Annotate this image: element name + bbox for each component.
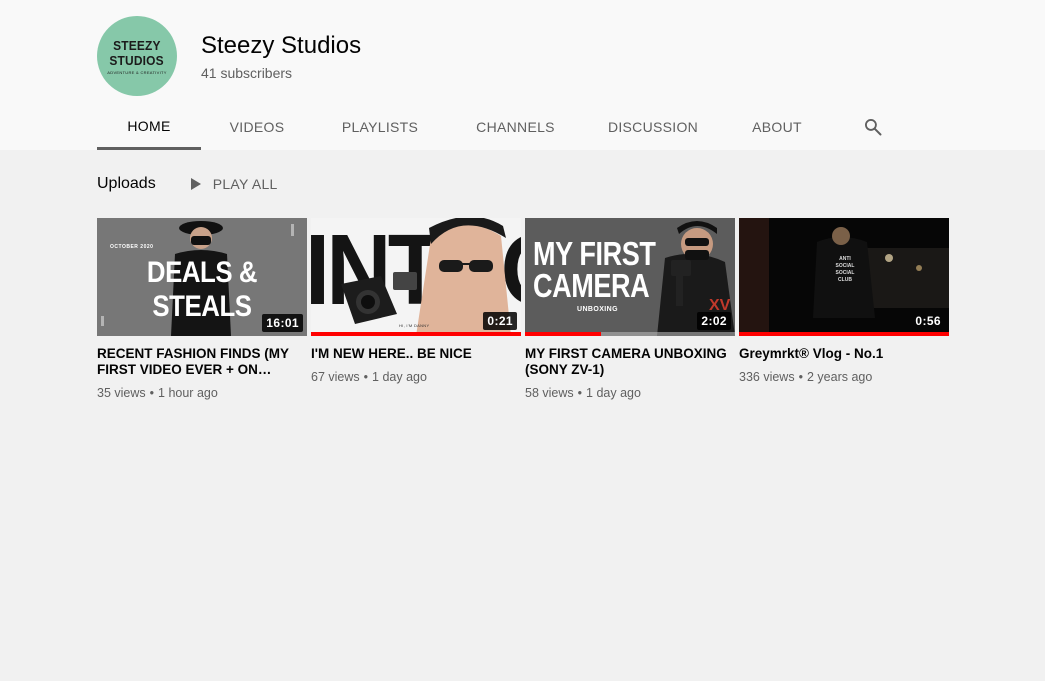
tab-about[interactable]: ABOUT (722, 104, 832, 150)
channel-tabs: HOME VIDEOS PLAYLISTS CHANNELS DISCUSSIO… (97, 104, 897, 150)
watch-progress-fill (525, 332, 601, 336)
watch-progress-fill (311, 332, 521, 336)
play-all-label: PLAY ALL (212, 176, 278, 192)
duration-badge: 0:21 (483, 312, 517, 330)
video-title[interactable]: Greymrkt® Vlog - No.1 (739, 346, 949, 362)
tab-videos[interactable]: VIDEOS (201, 104, 313, 150)
search-icon-glyph (865, 119, 882, 136)
thumbnail-caption-small: UNBOXING (577, 306, 618, 313)
thumbnail-caption-small: HI, I'M DANNY (399, 323, 430, 328)
meta-separator: • (798, 370, 803, 384)
video-meta: 35 views • 1 hour ago (97, 384, 307, 402)
view-count: 35 views (97, 386, 146, 400)
meta-separator: • (149, 386, 155, 400)
thumbnail-caption-line1: MY FIRST (533, 235, 656, 272)
meta-separator: • (577, 386, 583, 400)
video-meta: 336 views • 2 years ago (739, 368, 949, 386)
thumbnail-caption-small: ANTI SOCIAL SOCIAL CLUB (835, 256, 855, 283)
video-thumbnail[interactable]: INTRO HI, I'M DANNY 0:21 (311, 218, 521, 336)
avatar-text-line1: STEEZY (113, 37, 161, 53)
watch-progress-bar (525, 332, 735, 336)
upload-age: 1 day ago (586, 386, 641, 400)
view-count: 336 views (739, 370, 795, 384)
channel-name: Steezy Studios (201, 32, 362, 59)
tab-home[interactable]: HOME (97, 104, 201, 150)
video-title[interactable]: I'M NEW HERE.. BE NICE (311, 346, 521, 362)
search-icon[interactable] (849, 104, 897, 150)
video-thumbnail[interactable]: XV MY FIRST CAMERA UNBOXING 2:02 (525, 218, 735, 336)
view-count: 58 views (525, 386, 574, 400)
tab-playlists[interactable]: PLAYLISTS (313, 104, 447, 150)
thumbnail-caption-small: OCTOBER 2020 (110, 244, 154, 250)
video-thumbnail[interactable]: ANTI SOCIAL SOCIAL CLUB 0:56 (739, 218, 949, 336)
avatar-text-line3: ADVENTURE & CREATIVITY (107, 69, 167, 75)
duration-badge: 0:56 (915, 314, 941, 328)
avatar-text-line2: STUDIOS (109, 52, 165, 68)
watch-progress-bar (311, 332, 521, 336)
tab-discussion[interactable]: DISCUSSION (584, 104, 722, 150)
upload-age: 1 day ago (372, 370, 427, 384)
thumbnail-caption-line2: CAMERA (533, 267, 650, 304)
watch-progress-fill (739, 332, 949, 336)
upload-age: 2 years ago (806, 370, 873, 384)
video-card: OCTOBER 2020 DEALS & STEALS 16:01 RECENT… (97, 218, 307, 402)
duration-badge: 16:01 (262, 314, 303, 332)
tab-channels[interactable]: CHANNELS (447, 104, 584, 150)
upload-age: 1 hour ago (158, 386, 218, 400)
channel-header: STEEZY STUDIOS ADVENTURE & CREATIVITY St… (0, 0, 1045, 150)
video-title[interactable]: RECENT FASHION FINDS (MY FIRST VIDEO EVE… (97, 346, 307, 378)
uploads-section-header: Uploads PLAY ALL (97, 172, 278, 196)
channel-avatar[interactable]: STEEZY STUDIOS ADVENTURE & CREATIVITY (97, 16, 177, 96)
watch-progress-bar (739, 332, 949, 336)
play-all-button[interactable]: PLAY ALL (188, 176, 278, 192)
view-count: 67 views (311, 370, 360, 384)
video-meta: 67 views • 1 day ago (311, 368, 521, 386)
section-title[interactable]: Uploads (97, 175, 156, 193)
play-icon (190, 178, 201, 190)
uploads-grid: OCTOBER 2020 DEALS & STEALS 16:01 RECENT… (97, 218, 953, 402)
video-title[interactable]: MY FIRST CAMERA UNBOXING (SONY ZV-1) (525, 346, 735, 378)
video-card: INTRO HI, I'M DANNY 0:21 I'M NEW HERE.. … (311, 218, 521, 402)
subscriber-count: 41 subscribers (201, 65, 293, 81)
video-card: XV MY FIRST CAMERA UNBOXING 2:02 MY FIRS… (525, 218, 735, 402)
video-meta: 58 views • 1 day ago (525, 384, 735, 402)
video-card: ANTI SOCIAL SOCIAL CLUB 0:56 Greymrkt® V… (739, 218, 949, 402)
video-thumbnail[interactable]: OCTOBER 2020 DEALS & STEALS 16:01 (97, 218, 307, 336)
duration-badge: 2:02 (697, 312, 731, 330)
meta-separator: • (363, 370, 369, 384)
